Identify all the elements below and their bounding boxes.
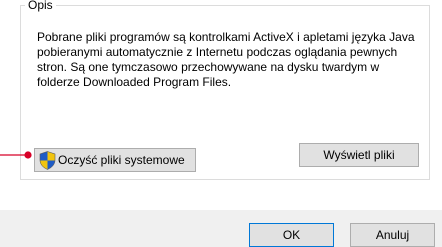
ok-button[interactable]: OK bbox=[249, 223, 334, 247]
groupbox-legend: Opis bbox=[25, 0, 56, 12]
description-panel: Opis Pobrane pliki programów są kontrolk… bbox=[0, 0, 442, 210]
clear-system-files-button[interactable]: Oczyść pliki systemowe bbox=[34, 148, 196, 172]
callout-marker bbox=[0, 151, 32, 159]
uac-shield-icon bbox=[39, 150, 56, 170]
clear-system-files-label: Oczyść pliki systemowe bbox=[58, 153, 185, 167]
ok-label: OK bbox=[282, 228, 301, 242]
description-text: Pobrane pliki programów są kontrolkami A… bbox=[37, 30, 415, 89]
view-files-button[interactable]: Wyświetl pliki bbox=[299, 143, 419, 167]
view-files-label: Wyświetl pliki bbox=[323, 148, 395, 162]
cancel-button[interactable]: Anuluj bbox=[350, 223, 435, 247]
cancel-label: Anuluj bbox=[375, 228, 410, 242]
